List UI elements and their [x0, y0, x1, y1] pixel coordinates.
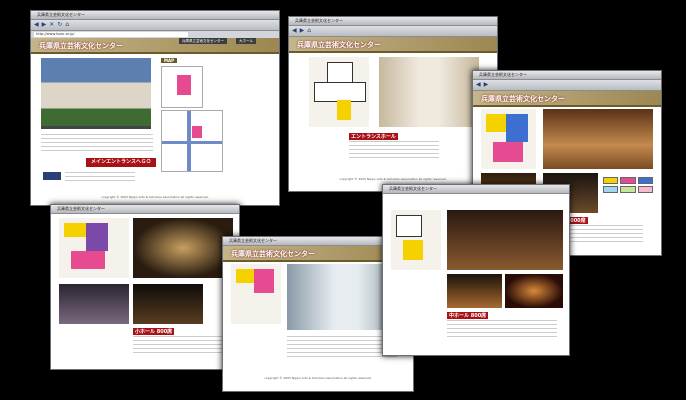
- title-bar[interactable]: 兵庫県立芸術文化センター: [289, 17, 497, 26]
- building-photo: [41, 58, 151, 128]
- street-map: [161, 110, 223, 172]
- home-icon[interactable]: ⌂: [307, 28, 311, 34]
- copyright: copyright © 2005 Nippo Arts & Scholars A…: [339, 177, 447, 181]
- seat-legend: [603, 177, 653, 193]
- middle-hall-photo-3: [505, 274, 563, 308]
- toolbar: ◀ ▶ ✕ ↻ ⌂: [31, 20, 279, 31]
- floor-plan: [309, 57, 369, 127]
- area-map: [161, 66, 203, 108]
- forward-icon[interactable]: ▶: [484, 82, 489, 88]
- title-bar[interactable]: 兵庫県立芸術文化センター: [31, 11, 279, 20]
- stop-icon[interactable]: ✕: [49, 22, 54, 28]
- toolbar: ◀ ▶ ⌂: [289, 26, 497, 37]
- page-content: 兵庫県立芸術文化センター エントランスホール copyright © 2005 …: [289, 37, 497, 191]
- page-content: 小ホール 800席: [51, 214, 239, 369]
- banner-title: 兵庫県立芸術文化センター: [231, 250, 315, 258]
- entrance-photo: [379, 57, 479, 127]
- site-banner: 兵庫県立芸術文化センター: [473, 91, 661, 107]
- window-title: 兵庫県立芸術文化センター: [229, 238, 277, 243]
- back-icon[interactable]: ◀: [34, 22, 39, 28]
- entrance-heading: エントランスホール: [349, 133, 398, 140]
- browser-window-middle-hall: 兵庫県立芸術文化センター 中ホール 800席: [382, 184, 570, 356]
- window-title: 兵庫県立芸術文化センター: [37, 12, 85, 17]
- page-content: 兵庫県立芸術文化センター 兵庫県立芸術文化センター 大ホール MAP メインエン…: [31, 38, 279, 205]
- small-hall-heading: 小ホール 800席: [133, 328, 175, 335]
- screenshot-collage: { "site": { "window_title": "兵庫県立芸術文化センタ…: [0, 0, 686, 400]
- small-hall-photo-1: [133, 218, 233, 278]
- middle-hall-photo-1: [447, 210, 563, 270]
- title-bar[interactable]: 兵庫県立芸術文化センター: [473, 71, 661, 80]
- browser-window-main: 兵庫県立芸術文化センター ◀ ▶ ✕ ↻ ⌂ http://www.hpac.o…: [30, 10, 280, 206]
- floor-plan: [231, 264, 281, 324]
- large-hall-photo-1: [543, 109, 653, 169]
- copyright: copyright © 2005 Nippo Arts & Scholars A…: [101, 195, 209, 199]
- refresh-icon[interactable]: ↻: [57, 22, 62, 28]
- intro-text: [41, 134, 153, 154]
- nav-button-hall[interactable]: 大ホール: [236, 38, 256, 44]
- page-content: 中ホール 800席: [383, 194, 569, 355]
- back-icon[interactable]: ◀: [476, 82, 481, 88]
- floor-plan: [391, 210, 441, 270]
- browser-window-small-hall: 兵庫県立芸術文化センター 小ホール 800席: [50, 204, 240, 370]
- main-entrance-button[interactable]: メインエントランスへＧＯ: [86, 158, 156, 167]
- small-hall-photo-2: [59, 284, 129, 324]
- browser-window-entrance: 兵庫県立芸術文化センター ◀ ▶ ⌂ 兵庫県立芸術文化センター エントランスホー…: [288, 16, 498, 192]
- entrance-text: [349, 141, 439, 161]
- middle-hall-heading: 中ホール 800席: [447, 312, 489, 319]
- title-bar[interactable]: 兵庫県立芸術文化センター: [383, 185, 569, 194]
- url-field[interactable]: http://www.hpac.or.jp/: [34, 32, 188, 37]
- home-icon[interactable]: ⌂: [65, 22, 69, 28]
- title-bar[interactable]: 兵庫県立芸術文化センター: [51, 205, 239, 214]
- entrance-text-2: [287, 336, 397, 360]
- map-label: MAP: [161, 58, 178, 63]
- forward-icon[interactable]: ▶: [42, 22, 47, 28]
- banner-title: 兵庫県立芸術文化センター: [481, 95, 565, 103]
- banner-title: 兵庫県立芸術文化センター: [297, 41, 381, 49]
- middle-hall-photo-2: [447, 274, 502, 308]
- flash-note: [65, 172, 135, 182]
- small-hall-photo-3: [133, 284, 203, 324]
- floor-plan: [481, 109, 536, 169]
- copyright: copyright © 2005 Nippo Arts & Scholars A…: [264, 376, 372, 380]
- floor-plan: [59, 218, 129, 278]
- nav-button-center[interactable]: 兵庫県立芸術文化センター: [179, 38, 227, 44]
- back-icon[interactable]: ◀: [292, 28, 297, 34]
- toolbar: ◀ ▶: [473, 80, 661, 91]
- small-hall-text: [133, 336, 229, 356]
- window-title: 兵庫県立芸術文化センター: [479, 72, 527, 77]
- window-title: 兵庫県立芸術文化センター: [57, 206, 105, 211]
- banner-title: 兵庫県立芸術文化センター: [39, 42, 123, 50]
- window-title: 兵庫県立芸術文化センター: [389, 186, 437, 191]
- middle-hall-text: [447, 320, 557, 338]
- window-title: 兵庫県立芸術文化センター: [295, 18, 343, 23]
- site-banner: 兵庫県立芸術文化センター: [289, 37, 497, 53]
- flash-badge[interactable]: [43, 172, 61, 180]
- forward-icon[interactable]: ▶: [300, 28, 305, 34]
